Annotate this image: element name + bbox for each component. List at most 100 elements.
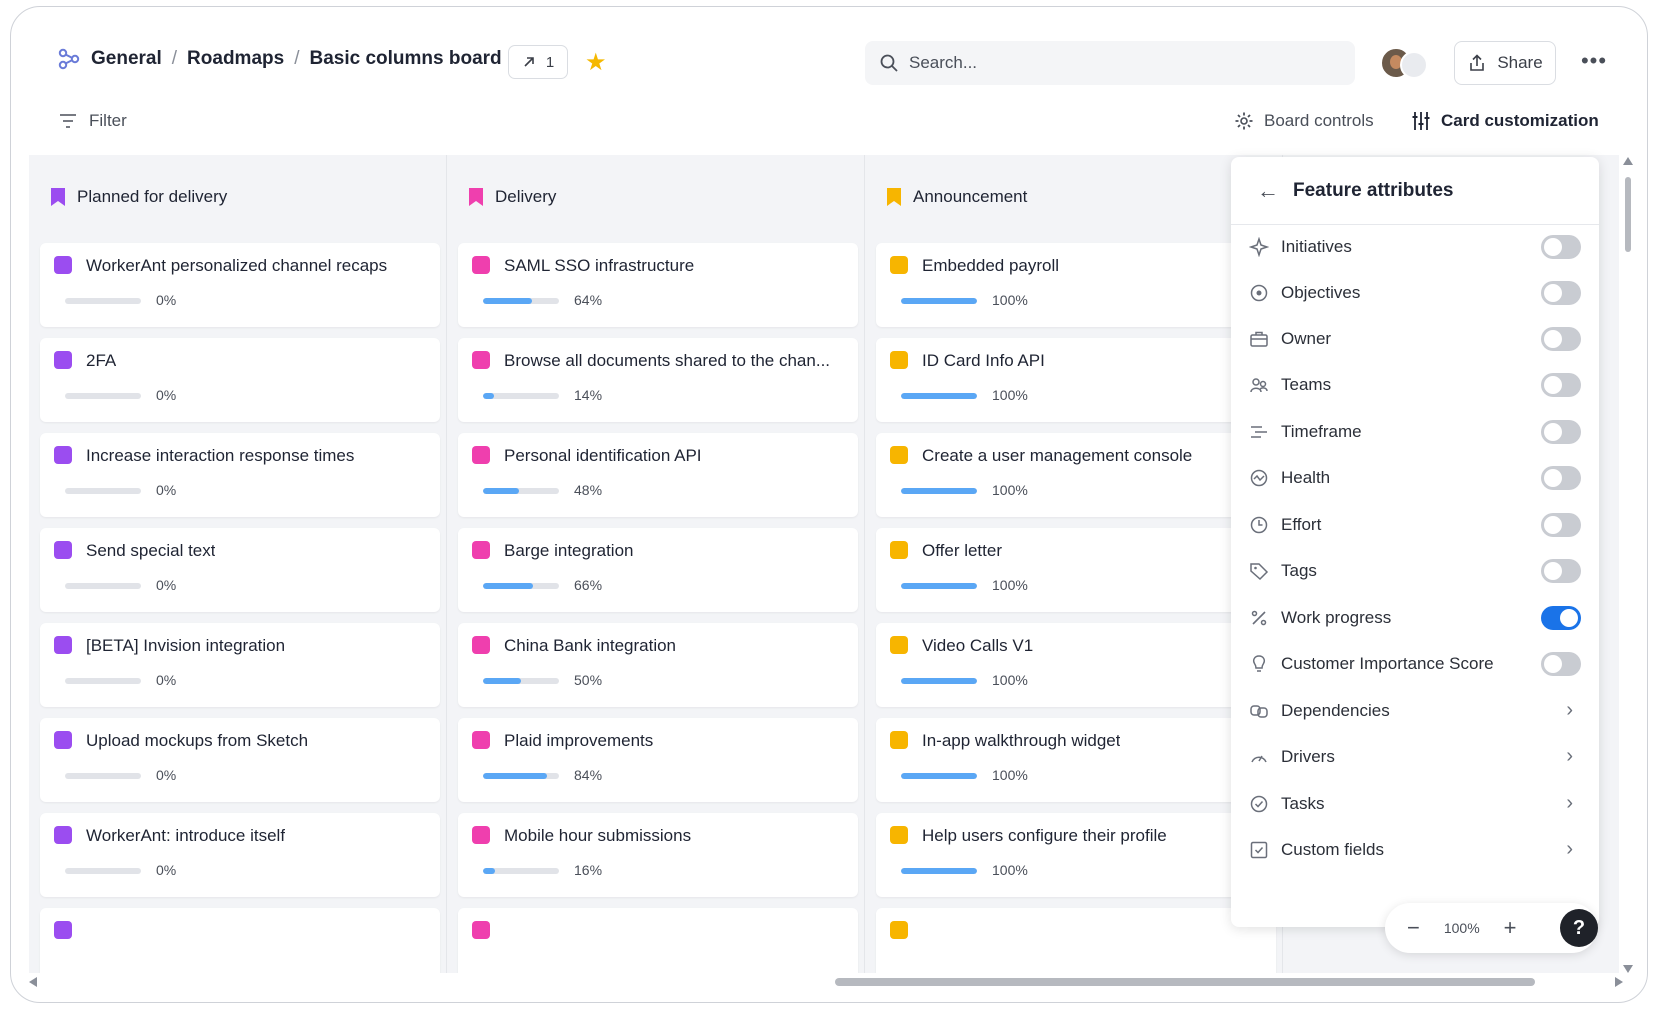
horizontal-scrollbar[interactable] <box>29 975 1623 987</box>
vertical-scroll-thumb[interactable] <box>1625 177 1631 252</box>
collaborators-avatars[interactable] <box>1380 47 1432 81</box>
feature-card[interactable] <box>876 908 1276 973</box>
feature-card[interactable]: WorkerAnt: introduce itself 0% <box>40 813 440 897</box>
feature-card[interactable]: Barge integration 66% <box>458 528 858 612</box>
status-square-icon <box>890 826 908 844</box>
feature-card[interactable]: Plaid improvements 84% <box>458 718 858 802</box>
board-controls-button[interactable]: Board controls <box>1234 111 1374 131</box>
attribute-row-initiatives[interactable]: Initiatives <box>1249 232 1581 262</box>
feature-card[interactable]: SAML SSO infrastructure 64% <box>458 243 858 327</box>
filter-button[interactable]: Filter <box>59 111 127 131</box>
progress-percent: 0% <box>156 482 177 498</box>
feature-card[interactable]: Create a user management console 100% <box>876 433 1276 517</box>
status-square-icon <box>472 351 490 369</box>
progress-bar <box>483 298 559 304</box>
feature-card[interactable]: China Bank integration 50% <box>458 623 858 707</box>
board-controls-label: Board controls <box>1264 111 1374 130</box>
feature-card[interactable]: Send special text 0% <box>40 528 440 612</box>
status-square-icon <box>472 826 490 844</box>
health-toggle[interactable] <box>1541 466 1581 490</box>
help-button[interactable]: ? <box>1560 909 1598 947</box>
effort-toggle[interactable] <box>1541 513 1581 537</box>
scroll-up-icon[interactable] <box>1623 157 1633 165</box>
attribute-row-tags[interactable]: Tags <box>1249 556 1581 586</box>
feature-card[interactable]: In-app walkthrough widget 100% <box>876 718 1276 802</box>
search-input[interactable]: Search... <box>865 41 1355 85</box>
feature-card[interactable]: [BETA] Invision integration 0% <box>40 623 440 707</box>
share-button[interactable]: Share <box>1454 41 1556 85</box>
panel-header: ← Feature attributes <box>1231 157 1599 225</box>
zoom-out-button[interactable]: − <box>1407 915 1420 941</box>
progress-percent: 84% <box>574 767 603 783</box>
attribute-label: Tasks <box>1281 794 1325 813</box>
attribute-row-dependencies[interactable]: Dependencies › <box>1249 696 1581 726</box>
workspace-logo-icon[interactable] <box>57 47 81 71</box>
diamond-icon <box>1249 237 1269 257</box>
feature-card[interactable]: Offer letter 100% <box>876 528 1276 612</box>
objectives-toggle[interactable] <box>1541 281 1581 305</box>
attribute-row-work-progress[interactable]: Work progress <box>1249 603 1581 633</box>
back-arrow-icon[interactable]: ← <box>1257 178 1279 204</box>
feature-card[interactable]: Increase interaction response times 0% <box>40 433 440 517</box>
column-header[interactable]: Delivery <box>469 187 556 207</box>
feature-card[interactable]: Upload mockups from Sketch 0% <box>40 718 440 802</box>
attribute-row-effort[interactable]: Effort <box>1249 510 1581 540</box>
attribute-row-tasks[interactable]: Tasks › <box>1249 789 1581 819</box>
scroll-down-icon[interactable] <box>1623 965 1633 973</box>
attribute-row-teams[interactable]: Teams <box>1249 370 1581 400</box>
scroll-left-icon[interactable] <box>29 977 37 987</box>
attribute-label: Drivers <box>1281 747 1335 766</box>
card-customization-button[interactable]: Card customization <box>1411 111 1599 131</box>
attribute-row-owner[interactable]: Owner <box>1249 324 1581 354</box>
initiatives-toggle[interactable] <box>1541 235 1581 259</box>
feature-card[interactable]: Personal identification API 48% <box>458 433 858 517</box>
briefcase-icon <box>1249 329 1269 349</box>
sliders-icon <box>1412 112 1430 130</box>
feature-card[interactable]: Video Calls V1 100% <box>876 623 1276 707</box>
breadcrumb-root[interactable]: General <box>91 48 162 70</box>
feature-card[interactable]: Embedded payroll 100% <box>876 243 1276 327</box>
bookmark-icon <box>469 188 483 206</box>
attribute-row-objectives[interactable]: Objectives <box>1249 278 1581 308</box>
progress-percent: 0% <box>156 292 177 308</box>
zoom-in-button[interactable]: + <box>1504 915 1517 941</box>
progress-bar <box>65 678 141 684</box>
horizontal-scroll-thumb[interactable] <box>835 978 1535 986</box>
feature-card[interactable]: WorkerAnt personalized channel recaps 0% <box>40 243 440 327</box>
linked-items-button[interactable]: 1 <box>508 45 568 79</box>
scroll-right-icon[interactable] <box>1615 977 1623 987</box>
feature-card[interactable]: Browse all documents shared to the chan.… <box>458 338 858 422</box>
attribute-row-drivers[interactable]: Drivers › <box>1249 742 1581 772</box>
progress-fill <box>901 678 977 684</box>
attribute-row-health[interactable]: Health <box>1249 463 1581 493</box>
progress-bar <box>483 393 559 399</box>
tags-toggle[interactable] <box>1541 559 1581 583</box>
favorite-star-icon[interactable]: ★ <box>585 51 607 75</box>
feature-card[interactable] <box>40 908 440 973</box>
column-header[interactable]: Planned for delivery <box>51 187 227 207</box>
more-options-icon[interactable]: ••• <box>1579 49 1609 79</box>
feature-card[interactable]: Help users configure their profile 100% <box>876 813 1276 897</box>
attribute-row-timeframe[interactable]: Timeframe <box>1249 417 1581 447</box>
attribute-row-customer-importance-score[interactable]: Customer Importance Score <box>1249 649 1581 679</box>
app-window: General / Roadmaps / Basic columns board… <box>10 6 1648 1003</box>
breadcrumb-current[interactable]: Basic columns board <box>309 48 501 70</box>
board-column: Planned for delivery WorkerAnt personali… <box>29 155 447 973</box>
breadcrumb-section[interactable]: Roadmaps <box>187 48 284 70</box>
teams-toggle[interactable] <box>1541 373 1581 397</box>
column-header[interactable]: Announcement <box>887 187 1027 207</box>
feature-card[interactable]: Mobile hour submissions 16% <box>458 813 858 897</box>
feature-card[interactable] <box>458 908 858 973</box>
attribute-row-custom-fields[interactable]: Custom fields › <box>1249 835 1581 865</box>
customer-importance-toggle[interactable] <box>1541 652 1581 676</box>
progress-bar <box>65 488 141 494</box>
feature-card[interactable]: ID Card Info API 100% <box>876 338 1276 422</box>
vertical-scrollbar[interactable] <box>1623 157 1633 973</box>
status-square-icon <box>54 921 72 939</box>
timeframe-toggle[interactable] <box>1541 420 1581 444</box>
feature-card[interactable]: 2FA 0% <box>40 338 440 422</box>
checkbox-icon <box>1249 840 1269 860</box>
work-progress-toggle[interactable] <box>1541 606 1581 630</box>
owner-toggle[interactable] <box>1541 327 1581 351</box>
avatar-placeholder <box>1400 51 1428 79</box>
